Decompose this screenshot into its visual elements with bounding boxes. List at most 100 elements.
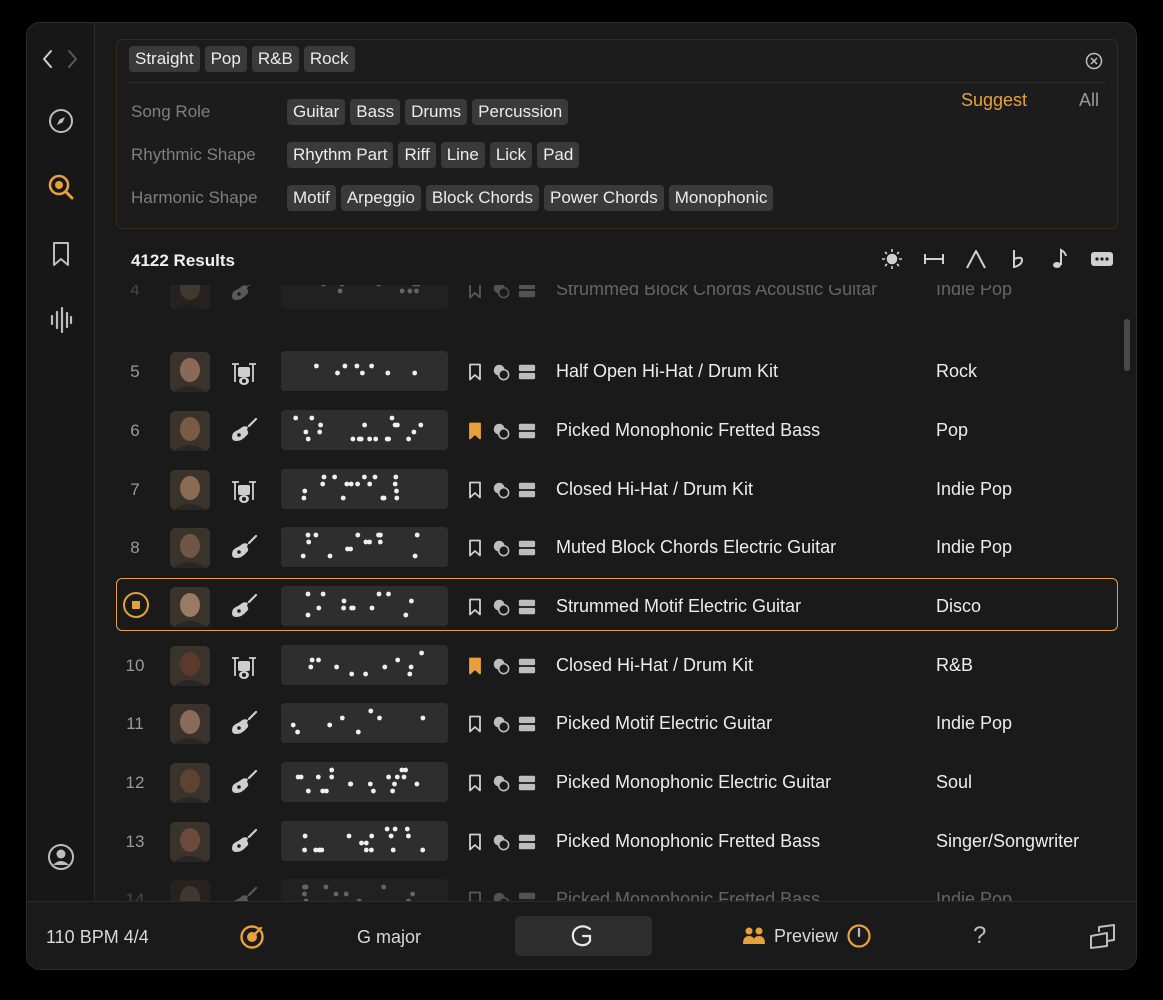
bookmark-icon[interactable] — [466, 890, 484, 901]
key-selector[interactable]: G major — [357, 927, 421, 948]
list-item[interactable]: 12 Picked Monophonic Electric Guitar Sou… — [95, 754, 1120, 813]
pattern-preview[interactable] — [281, 410, 448, 450]
list-item[interactable]: 4 Strummed Block Chords Acoustic Guitar … — [95, 285, 1120, 320]
add-to-track-icon[interactable] — [518, 285, 536, 300]
preview-label: Preview — [774, 925, 839, 946]
add-to-track-icon[interactable] — [518, 890, 536, 901]
bookmark-icon[interactable] — [466, 714, 484, 734]
bookmark-icon[interactable] — [466, 538, 484, 558]
bookmark-icon[interactable] — [466, 480, 484, 500]
preview-button[interactable]: Preview — [742, 923, 872, 949]
filter-option[interactable]: Arpeggio — [340, 185, 421, 211]
list-item[interactable]: 6 Picked Monophonic Fretted Bass Pop — [95, 402, 1120, 461]
filter-option[interactable]: Line — [440, 142, 485, 168]
add-to-track-icon[interactable] — [518, 714, 536, 734]
filter-option[interactable]: Block Chords — [425, 185, 540, 211]
active-tag[interactable]: Pop — [204, 46, 247, 72]
filter-option[interactable]: Bass — [350, 99, 401, 125]
variations-icon[interactable] — [492, 656, 510, 676]
metronome-icon[interactable] — [239, 924, 265, 950]
row-actions — [466, 597, 536, 617]
list-item[interactable]: 5 Half Open Hi-Hat / Drum Kit Rock — [95, 343, 1120, 402]
layout-icon[interactable] — [1087, 922, 1117, 952]
list-item[interactable]: Strummed Motif Electric Guitar Disco — [95, 578, 1120, 637]
contour-icon[interactable] — [964, 247, 988, 271]
pattern-preview[interactable] — [281, 703, 448, 743]
variations-icon[interactable] — [492, 421, 510, 441]
filter-option[interactable]: Pad — [537, 142, 580, 168]
compass-icon[interactable] — [43, 103, 79, 139]
list-item[interactable]: 11 Picked Motif Electric Guitar Indie Po… — [95, 695, 1120, 754]
pattern-preview[interactable] — [281, 527, 448, 567]
variations-icon[interactable] — [492, 890, 510, 901]
add-to-track-icon[interactable] — [518, 421, 536, 441]
bookmark-icon[interactable] — [466, 656, 484, 676]
add-to-track-icon[interactable] — [518, 597, 536, 617]
list-item[interactable]: 13 Picked Monophonic Fretted Bass Singer… — [95, 813, 1120, 872]
add-to-track-icon[interactable] — [518, 362, 536, 382]
pattern-preview[interactable] — [281, 645, 448, 685]
filter-option[interactable]: Percussion — [472, 99, 569, 125]
forward-arrow-icon[interactable] — [68, 50, 77, 68]
variations-icon[interactable] — [492, 773, 510, 793]
bookmark-icon[interactable] — [466, 285, 484, 300]
all-toggle[interactable]: All — [1079, 90, 1099, 111]
list-item[interactable]: 8 Muted Block Chords Electric Guitar Ind… — [95, 519, 1120, 578]
more-icon[interactable] — [1090, 247, 1114, 271]
variations-icon[interactable] — [492, 597, 510, 617]
bookmark-icon[interactable] — [466, 362, 484, 382]
pattern-preview[interactable] — [281, 821, 448, 861]
flat-icon[interactable] — [1006, 247, 1030, 271]
add-to-track-icon[interactable] — [518, 832, 536, 852]
variations-icon[interactable] — [492, 362, 510, 382]
pattern-preview[interactable] — [281, 285, 448, 309]
pattern-preview[interactable] — [281, 879, 448, 901]
chord-selector[interactable] — [515, 916, 652, 956]
filter-option[interactable]: Rhythm Part — [287, 142, 394, 168]
pattern-preview[interactable] — [281, 586, 448, 626]
filter-option[interactable]: Monophonic — [668, 185, 774, 211]
variations-icon[interactable] — [492, 538, 510, 558]
bookmark-icon[interactable] — [43, 236, 79, 272]
add-to-track-icon[interactable] — [518, 480, 536, 500]
help-button[interactable]: ? — [973, 922, 986, 950]
active-tag[interactable]: R&B — [251, 46, 299, 72]
bookmark-icon[interactable] — [466, 421, 484, 441]
tempo-display[interactable]: 110 BPM 4/4 — [46, 927, 149, 948]
waveform-icon[interactable] — [43, 302, 79, 338]
bookmark-icon[interactable] — [466, 597, 484, 617]
active-tag[interactable]: Rock — [303, 46, 355, 72]
account-icon[interactable] — [43, 839, 79, 875]
back-arrow-icon[interactable] — [43, 50, 52, 68]
width-icon[interactable] — [922, 247, 946, 271]
bookmark-icon[interactable] — [466, 832, 484, 852]
variations-icon[interactable] — [492, 285, 510, 300]
variations-icon[interactable] — [492, 714, 510, 734]
bookmark-icon[interactable] — [466, 773, 484, 793]
filter-option[interactable]: Riff — [398, 142, 436, 168]
pattern-preview[interactable] — [281, 469, 448, 509]
clear-filters-icon[interactable] — [1085, 52, 1103, 70]
filter-option[interactable]: Guitar — [287, 99, 346, 125]
filter-option[interactable]: Drums — [405, 99, 468, 125]
pattern-preview[interactable] — [281, 762, 448, 802]
suggest-toggle[interactable]: Suggest — [961, 90, 1027, 111]
active-tag[interactable]: Straight — [129, 46, 200, 72]
add-to-track-icon[interactable] — [518, 773, 536, 793]
filter-option[interactable]: Power Chords — [544, 185, 664, 211]
stop-button[interactable] — [123, 592, 149, 618]
list-item[interactable]: 14 Picked Monophonic Fretted Bass Indie … — [95, 871, 1120, 901]
filter-option[interactable]: Lick — [489, 142, 533, 168]
list-item[interactable]: 7 Closed Hi-Hat / Drum Kit Indie Pop — [95, 461, 1120, 520]
list-item[interactable]: 10 Closed Hi-Hat / Drum Kit R&B — [95, 637, 1120, 696]
add-to-track-icon[interactable] — [518, 656, 536, 676]
add-to-track-icon[interactable] — [518, 538, 536, 558]
variations-icon[interactable] — [492, 832, 510, 852]
note-icon[interactable] — [1048, 247, 1072, 271]
pattern-preview[interactable] — [281, 351, 448, 391]
filter-option[interactable]: Motif — [287, 185, 336, 211]
brightness-icon[interactable] — [880, 247, 904, 271]
variations-icon[interactable] — [492, 480, 510, 500]
scrollbar-thumb[interactable] — [1124, 319, 1130, 371]
search-icon[interactable] — [43, 169, 79, 205]
